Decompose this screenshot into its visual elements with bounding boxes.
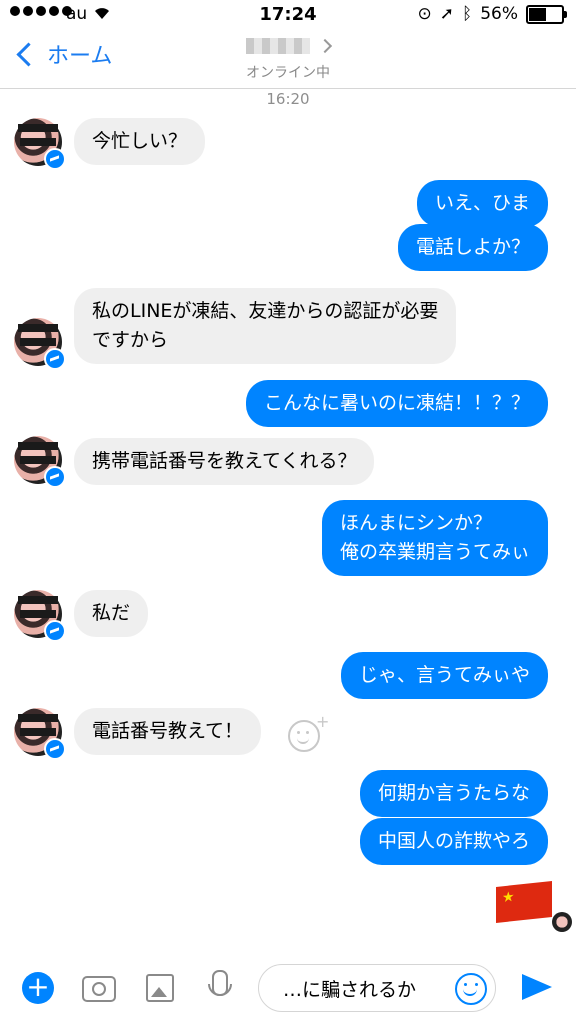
avatar[interactable] [14, 708, 66, 760]
composer-bar: + …に騙されるか [0, 954, 576, 1024]
message-bubble-outgoing[interactable]: 何期か言うたらな [359, 770, 548, 817]
status-bar: au 17:24 ⊙ ➚ ᛒ 56% [0, 0, 576, 30]
messenger-badge-icon [44, 466, 66, 488]
message-bubble-incoming[interactable]: 今忙しい？ [74, 118, 206, 165]
send-icon[interactable] [522, 974, 552, 1000]
status-right: ⊙ ➚ ᛒ 56% [417, 4, 567, 24]
bluetooth-icon: ᛒ [462, 4, 473, 24]
message-bubble-incoming[interactable]: 電話番号教えて！ [74, 708, 262, 755]
plus-icon[interactable]: + [22, 972, 54, 1004]
message-bubble-outgoing[interactable]: ほんまにシンか？ 俺の卒業期言うてみぃ [321, 500, 548, 576]
china-flag-sticker[interactable]: ★ [496, 881, 552, 923]
avatar[interactable] [14, 590, 66, 642]
message-input[interactable]: …に騙されるか [258, 964, 496, 1012]
messenger-badge-icon [44, 738, 66, 760]
battery-icon [526, 4, 567, 24]
contact-header[interactable]: オンライン中 [0, 32, 576, 82]
message-bubble-outgoing[interactable]: いえ、ひま [416, 180, 548, 227]
messenger-badge-icon [44, 348, 66, 370]
emoji-icon[interactable] [455, 973, 487, 1005]
orientation-lock-icon: ⊙ [417, 4, 432, 24]
battery-percent: 56% [480, 4, 518, 24]
camera-icon[interactable] [82, 976, 116, 1002]
microphone-icon[interactable] [208, 970, 232, 996]
message-bubble-incoming[interactable]: 携帯電話番号を教えてくれる？ [74, 438, 375, 485]
contact-name-redacted [246, 38, 310, 54]
timestamp: 16:20 [266, 90, 310, 108]
message-bubble-incoming[interactable]: 私のLINEが凍結、友達からの認証が必要 ですから [74, 288, 457, 364]
message-bubble-outgoing[interactable]: 中国人の詐欺やろ [359, 818, 548, 865]
message-bubble-outgoing[interactable]: こんなに暑いのに凍結！！？？ [245, 380, 548, 427]
message-bubble-outgoing[interactable]: 電話しよか？ [397, 224, 548, 271]
add-reaction-icon[interactable]: + [288, 712, 329, 752]
photo-icon[interactable] [146, 974, 174, 1002]
navigation-bar: ホーム オンライン中 [0, 30, 576, 89]
messenger-badge-icon [44, 148, 66, 170]
contact-status: オンライン中 [246, 65, 330, 81]
avatar[interactable] [14, 318, 66, 370]
avatar[interactable] [14, 118, 66, 170]
avatar[interactable] [14, 436, 66, 488]
location-icon: ➚ [439, 4, 454, 24]
messenger-badge-icon [44, 620, 66, 642]
read-receipt-avatar [552, 912, 572, 932]
message-bubble-outgoing[interactable]: じゃ、言うてみぃや [340, 652, 548, 699]
message-input-value: …に騙されるか [283, 979, 417, 1001]
message-bubble-incoming[interactable]: 私だ [74, 590, 149, 637]
chevron-right-icon [317, 38, 333, 54]
